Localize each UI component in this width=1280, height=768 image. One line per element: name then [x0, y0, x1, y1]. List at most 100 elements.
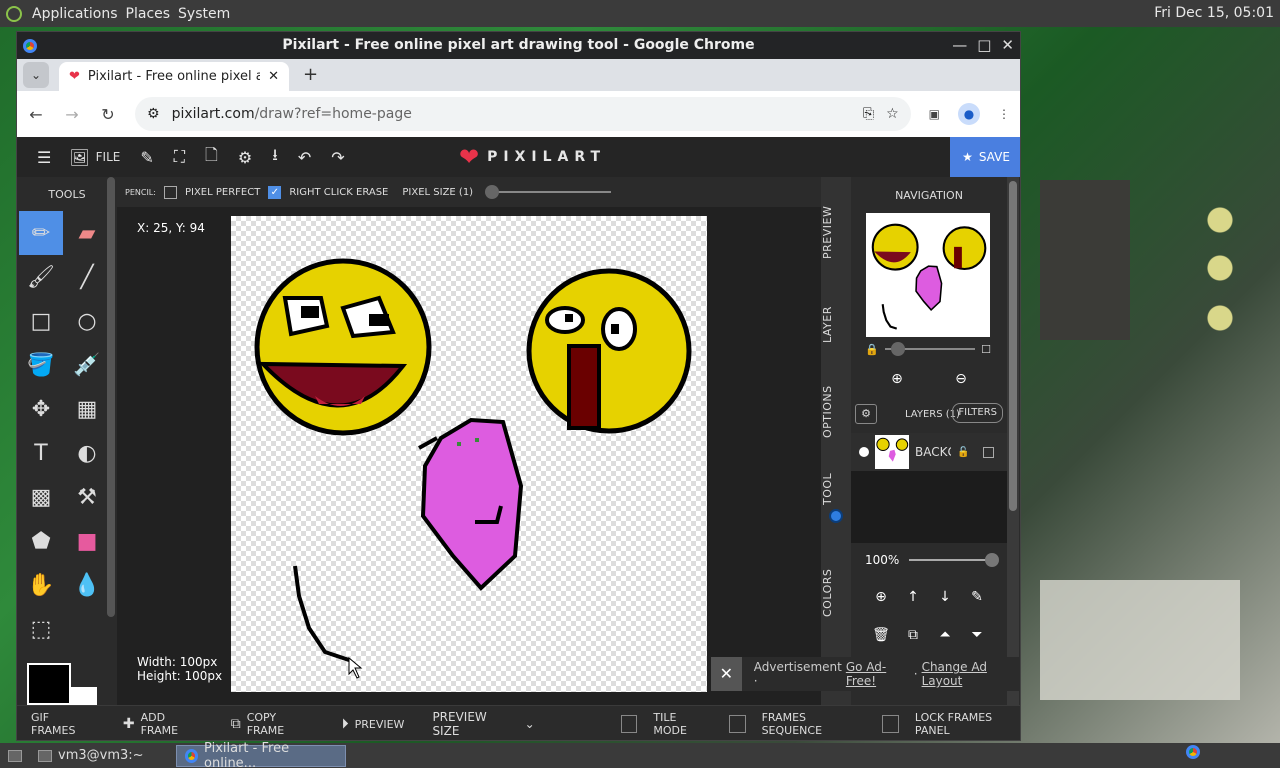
zoom-in-icon[interactable]: ⊕	[891, 371, 903, 387]
chrome-menu-icon[interactable]: ⋮	[998, 107, 1010, 121]
resize-canvas-icon[interactable]: ⛶	[174, 147, 185, 167]
frames-sequence-checkbox[interactable]	[728, 715, 746, 733]
layer-select-checkbox[interactable]	[983, 446, 995, 458]
window-titlebar[interactable]: Pixilart - Free online pixel art drawing…	[17, 32, 1020, 59]
tray-chrome-icon[interactable]	[1186, 745, 1200, 763]
brush-tool-icon[interactable]: 🖌	[19, 255, 63, 299]
panel-scrollbar-thumb[interactable]	[1009, 181, 1017, 511]
tile-mode-checkbox[interactable]	[620, 715, 638, 733]
merge-up-icon[interactable]: ⏶	[929, 627, 961, 643]
pixel-perfect-checkbox[interactable]	[163, 185, 177, 199]
address-bar[interactable]: ⚙ pixilart.com/draw?ref=home-page ⎘ ☆	[135, 97, 911, 131]
minimize-icon[interactable]: —	[952, 36, 967, 54]
save-button[interactable]: ★ SAVE	[950, 137, 1020, 177]
layer-settings-gear-icon[interactable]: ⚙	[855, 404, 877, 424]
navigation-zoom-slider[interactable]	[884, 342, 976, 356]
close-icon[interactable]: ✕	[1001, 36, 1014, 54]
tab-preview[interactable]: PREVIEW	[821, 197, 851, 267]
add-layer-icon[interactable]: ⊕	[865, 589, 897, 605]
tab-layer[interactable]: LAYER	[821, 295, 851, 355]
edit-layer-icon[interactable]: ✎	[961, 589, 993, 605]
lighten-tool-icon[interactable]: ◐	[65, 431, 109, 475]
fit-toggle-checkbox[interactable]: ☐	[981, 343, 991, 356]
show-desktop-icon[interactable]	[0, 745, 30, 767]
shade-tool-icon[interactable]: ▦	[65, 387, 109, 431]
bucket-fill-tool-icon[interactable]: 🪣	[19, 343, 63, 387]
hamburger-menu-icon[interactable]: ☰	[37, 148, 51, 167]
layer-lock-icon[interactable]: 🔓	[957, 447, 969, 458]
taskbar-chrome[interactable]: Pixilart - Free online...	[175, 741, 346, 768]
drop-tool-icon[interactable]: 💧	[65, 563, 109, 607]
close-ad-icon[interactable]: ✕	[711, 657, 742, 691]
navigation-zoom-knob[interactable]	[890, 342, 905, 356]
move-layer-down-icon[interactable]: ↓	[929, 589, 961, 605]
lock-frames-checkbox[interactable]	[882, 715, 899, 733]
line-tool-icon[interactable]: ╱	[65, 255, 109, 299]
gif-frames-button[interactable]: GIF FRAMES	[31, 711, 93, 737]
distro-logo-icon[interactable]	[6, 5, 22, 22]
layer-visibility-dot[interactable]	[859, 447, 869, 457]
go-ad-free-link[interactable]: Go Ad-Free!	[846, 660, 910, 688]
filters-button[interactable]: FILTERS	[952, 403, 1003, 423]
right-click-erase-checkbox[interactable]: ✓	[268, 185, 282, 199]
navigation-preview[interactable]	[866, 213, 990, 337]
delete-layer-icon[interactable]: 🗑	[865, 627, 897, 643]
taskbar-terminal[interactable]: vm3@vm3:~	[30, 745, 152, 767]
menu-places[interactable]: Places	[126, 6, 171, 22]
gradient-tool-icon[interactable]: ■	[65, 519, 109, 563]
canvas-workspace[interactable]: X: 25, Y: 94 Width: 100px Height: 100px	[117, 207, 821, 705]
move-tool-icon[interactable]: ✥	[19, 387, 63, 431]
pixilart-logo[interactable]: ❤ PIXILART	[459, 145, 606, 169]
dither-tool-icon[interactable]: ▩	[19, 475, 63, 519]
tab-colors[interactable]: COLORS	[821, 563, 851, 623]
secondary-color-swatch[interactable]	[69, 687, 97, 705]
copy-frame-button[interactable]: ⧉ COPY FRAME	[231, 711, 312, 737]
layer-row[interactable]: BACKGROUND 🔓	[851, 433, 1007, 471]
tab-close-icon[interactable]: ✕	[268, 69, 279, 84]
bookmark-star-icon[interactable]: ☆	[886, 106, 899, 122]
pencil-tool-icon[interactable]: ✏	[19, 211, 63, 255]
reload-icon[interactable]: ↻	[99, 105, 117, 124]
zoom-out-icon[interactable]: ⊖	[955, 371, 967, 387]
new-tab-plus-icon[interactable]: +	[303, 64, 318, 85]
tab-options[interactable]: OPTIONS	[821, 377, 851, 447]
layer-opacity-knob[interactable]	[985, 553, 999, 567]
back-arrow-icon[interactable]: ←	[27, 105, 45, 124]
menu-applications[interactable]: Applications	[32, 6, 118, 22]
pixel-size-slider[interactable]	[485, 185, 612, 199]
circle-tool-icon[interactable]: ○	[65, 299, 109, 343]
pixel-size-slider-knob[interactable]	[485, 185, 500, 199]
download-icon[interactable]: ⭳	[272, 144, 278, 171]
settings-gears-icon[interactable]: ⚙	[238, 148, 252, 167]
menu-system[interactable]: System	[178, 6, 230, 22]
tools-scrollbar[interactable]	[107, 177, 115, 617]
tile-mode-option[interactable]: TILE MODE	[620, 711, 709, 737]
rectangle-tool-icon[interactable]: □	[19, 299, 63, 343]
change-ad-layout-link[interactable]: Change Ad Layout	[922, 660, 1020, 688]
install-app-icon[interactable]: ⎘	[863, 106, 874, 122]
maximize-icon[interactable]: □	[977, 36, 991, 54]
add-frame-button[interactable]: ✚ ADD FRAME	[123, 711, 201, 737]
tab-tool[interactable]: TOOL	[821, 469, 851, 509]
drawing-canvas[interactable]	[231, 216, 707, 692]
lock-icon[interactable]: 🔒	[865, 343, 879, 356]
lock-frames-option[interactable]: LOCK FRAMES PANEL	[882, 711, 1020, 737]
preview-button[interactable]: ⏵ PREVIEW	[342, 716, 405, 732]
primary-color-swatch[interactable]	[27, 663, 71, 705]
move-layer-up-icon[interactable]: ↑	[897, 589, 929, 605]
frames-sequence-option[interactable]: FRAMES SEQUENCE	[728, 711, 862, 737]
layer-opacity-slider[interactable]	[909, 553, 999, 567]
stamp-tool-icon[interactable]: ⚒	[65, 475, 109, 519]
site-info-icon[interactable]: ⚙	[147, 106, 160, 122]
duplicate-layer-icon[interactable]: ⧉	[897, 627, 929, 643]
color-replace-tool-icon[interactable]: ⬟	[19, 519, 63, 563]
new-document-icon[interactable]: 🗋	[205, 144, 218, 171]
profile-avatar-icon[interactable]: ●	[958, 103, 980, 125]
clock[interactable]: Fri Dec 15, 05:01	[1154, 5, 1274, 21]
forward-arrow-icon[interactable]: →	[63, 105, 81, 124]
panel-scrollbar[interactable]	[1007, 177, 1019, 705]
hand-tool-icon[interactable]: ✋	[19, 563, 63, 607]
file-menu-button[interactable]: FILE	[96, 150, 121, 164]
selection-tool-icon[interactable]: ⬚	[19, 607, 63, 651]
eyedropper-icon[interactable]: ✎	[140, 148, 153, 167]
